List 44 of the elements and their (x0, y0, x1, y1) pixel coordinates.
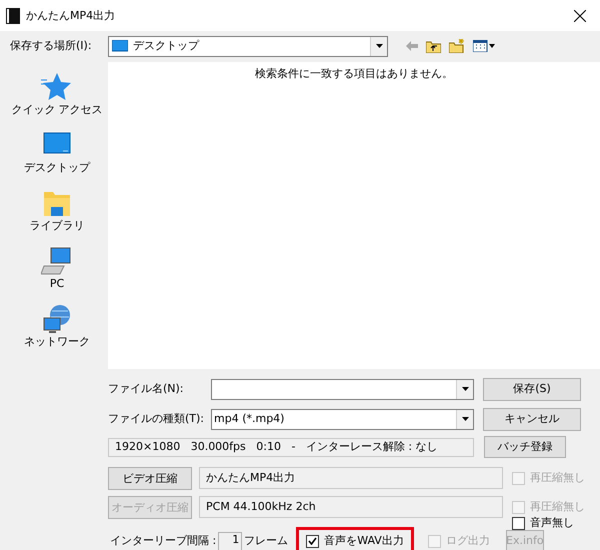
window-title: かんたんMP4出力 (26, 8, 116, 22)
checkbox-label: 音声無し (530, 516, 574, 530)
interleave-field[interactable]: 1 (218, 532, 242, 550)
star-icon (41, 72, 73, 102)
field-label: ファイルの種類(T): (108, 412, 206, 426)
file-name-field[interactable] (211, 378, 474, 400)
checkbox-label: 再圧縮無し (530, 471, 585, 485)
checkbox[interactable] (306, 534, 320, 548)
place-item[interactable]: ライブラリ (9, 188, 105, 239)
computer-icon (41, 246, 73, 276)
button[interactable]: バッチ登録 (484, 436, 566, 458)
field-label: インターリーブ間隔 : (110, 534, 216, 548)
place-item[interactable]: デスクトップ (9, 130, 105, 181)
place-item[interactable]: PC (9, 246, 105, 297)
dropdown-arrow-icon (462, 387, 468, 391)
field-label: ファイル名(N): (108, 382, 185, 396)
info-box: 1920×1080 30.000fps 0:10 - インターレース解除 : なし (108, 438, 474, 456)
place-item[interactable]: ネットワーク (9, 304, 105, 355)
back-arrow-icon (406, 41, 418, 51)
file-list[interactable]: 検索条件に一致する項目はありません。 (108, 62, 600, 369)
button[interactable]: キャンセル (483, 408, 581, 430)
unit-label: フレーム (244, 534, 288, 548)
button[interactable]: ビデオ圧縮 (108, 467, 192, 490)
codec-field: かんたんMP4出力 (199, 467, 503, 489)
film-icon (6, 8, 20, 24)
checkbox-label: 音声をWAV出力 (324, 534, 404, 548)
folder-up-icon (426, 40, 441, 52)
view-menu-icon (473, 40, 495, 52)
location-dropdown[interactable]: デスクトップ (108, 36, 388, 56)
dropdown-arrow-icon (462, 417, 468, 421)
new-folder-icon (449, 39, 465, 53)
dropdown-arrow-icon (376, 44, 382, 48)
empty-message: 検索条件に一致する項目はありません。 (255, 67, 453, 81)
monitor-icon (112, 40, 128, 52)
network-icon (41, 304, 73, 334)
codec-field: PCM 44.100kHz 2ch (199, 496, 503, 518)
file-type-dropdown[interactable]: mp4 (*.mp4) (211, 408, 474, 430)
checkbox-label: ログ出力 (446, 534, 490, 548)
place-item[interactable]: クイック アクセス (9, 72, 105, 123)
check-icon (308, 537, 318, 545)
field-label: 保存する場所(I): (9, 39, 93, 53)
close-icon (574, 10, 586, 22)
button[interactable]: 保存(S) (483, 378, 581, 400)
checkbox-label: 再圧縮無し (530, 500, 585, 514)
